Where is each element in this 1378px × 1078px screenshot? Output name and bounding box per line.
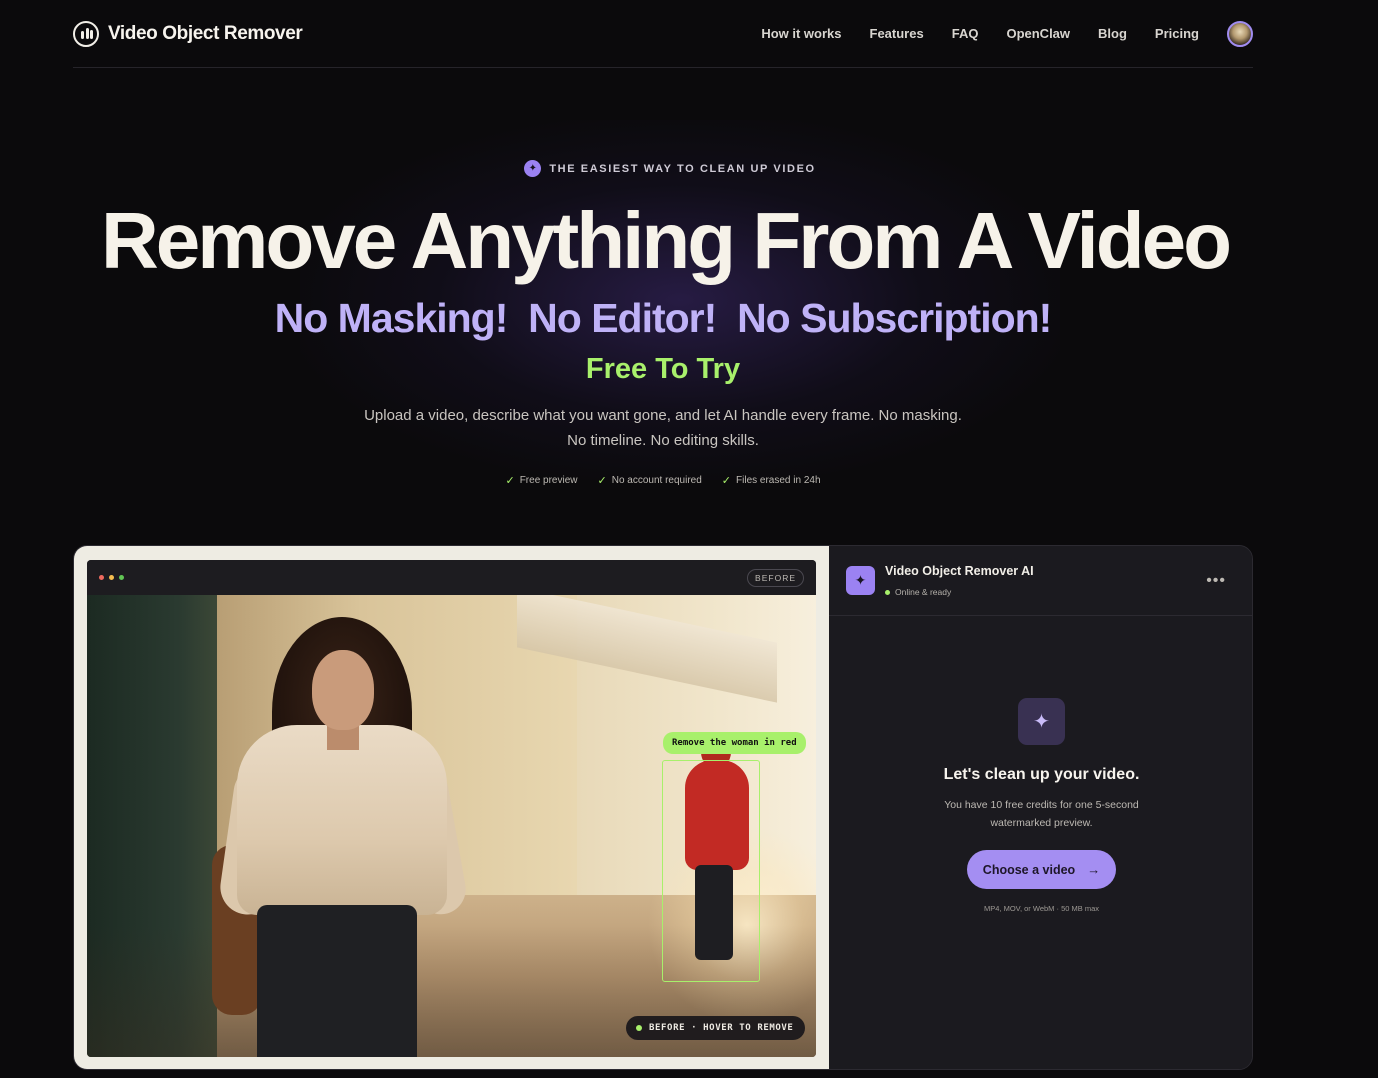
nav-link-faq[interactable]: FAQ [952, 26, 979, 41]
viewer-titlebar: BEFORE [87, 560, 816, 595]
window-dots [99, 575, 124, 580]
woman-shirt [237, 725, 447, 915]
empty-title: Let's clean up your video. [943, 766, 1140, 783]
sparkle-icon: ✦ [1018, 698, 1065, 745]
check-label: Free preview [519, 475, 578, 486]
minimize-dot-icon [109, 575, 114, 580]
brand-name: Video Object Remover [108, 22, 303, 44]
choose-video-label: Choose a video [982, 862, 1076, 877]
detection-box [662, 760, 760, 982]
check-label: No account required [611, 475, 702, 486]
assistant-meta: Video Object Remover AI Online & ready [885, 564, 1034, 597]
nav-link-how-it-works[interactable]: How it works [761, 26, 841, 41]
woman-jeans [257, 905, 417, 1057]
checkmark-icon: ✓ [597, 475, 607, 487]
brand-logo-icon [73, 20, 99, 47]
check-item: ✓ No account required [598, 474, 702, 487]
online-dot-icon [885, 589, 890, 595]
close-dot-icon [99, 575, 104, 580]
user-avatar[interactable] [1227, 20, 1253, 47]
arrow-right-icon: → [1087, 862, 1101, 877]
assistant-pane: ✦ Video Object Remover AI Online & ready… [829, 546, 1252, 1069]
check-item: ✓ Free preview [505, 474, 577, 487]
hero-tagline: Free To Try [585, 353, 741, 385]
video-preview-pane: BEFORE Remove the woman in red BEFORE · … [74, 546, 829, 1069]
assistant-name: Video Object Remover AI [885, 564, 1034, 578]
hero-lead: Upload a video, describe what you want g… [364, 407, 962, 449]
checkmark-icon: ✓ [505, 475, 515, 487]
hero-title: Remove Anything From A Video [101, 196, 1232, 285]
nav-link-features[interactable]: Features [870, 26, 924, 41]
checkmark-icon: ✓ [721, 475, 732, 487]
video-frame[interactable]: Remove the woman in red BEFORE · HOVER T… [87, 595, 816, 1057]
prompt-chip: Remove the woman in red [663, 732, 806, 754]
sparkle-icon: ✦ [524, 160, 542, 177]
status-chip-label: BEFORE · HOVER TO REMOVE [649, 1023, 794, 1033]
check-label: Files erased in 24h [736, 475, 821, 486]
hero-eyebrow: ✦ THE EASIEST WAY TO CLEAN UP VIDEO [0, 160, 1340, 177]
status-chip[interactable]: BEFORE · HOVER TO REMOVE [626, 1016, 806, 1040]
more-options-icon[interactable]: ••• [1206, 572, 1226, 590]
hero-checks: ✓ Free preview ✓ No account required ✓ F… [0, 474, 1326, 487]
nav-link-openclaw[interactable]: OpenClaw [1006, 26, 1070, 41]
status-dot-icon [636, 1025, 642, 1031]
eyebrow-text: THE EASIEST WAY TO CLEAN UP VIDEO [549, 162, 816, 175]
sparkle-icon: ✦ [846, 566, 875, 595]
video-viewer[interactable]: BEFORE Remove the woman in red BEFORE · … [87, 560, 816, 1057]
check-item: ✓ Files erased in 24h [722, 474, 821, 487]
assistant-header: ✦ Video Object Remover AI Online & ready… [829, 546, 1252, 616]
assistant-status-label: Online & ready [895, 587, 952, 597]
choose-video-button[interactable]: Choose a video → [966, 850, 1117, 889]
hero-subtitle: No Masking! No Editor! No Subscription! [274, 295, 1053, 341]
nav-link-blog[interactable]: Blog [1098, 26, 1127, 41]
before-tag: BEFORE [747, 568, 804, 587]
top-nav: Video Object Remover How it works Featur… [73, 0, 1253, 68]
maximize-dot-icon [119, 575, 124, 580]
brand[interactable]: Video Object Remover [73, 20, 303, 47]
nav-links: How it works Features FAQ OpenClaw Blog … [761, 20, 1253, 47]
woman-face [312, 650, 374, 730]
file-formats: MP4, MOV, or WebM · 50 MB max [983, 904, 1100, 913]
demo-card: BEFORE Remove the woman in red BEFORE · … [73, 545, 1253, 1070]
empty-state: ✦ Let's clean up your video. You have 10… [829, 698, 1252, 913]
assistant-status: Online & ready [885, 587, 1034, 597]
empty-subtitle: You have 10 free credits for one 5-secon… [944, 799, 1139, 829]
nav-link-pricing[interactable]: Pricing [1155, 26, 1199, 41]
